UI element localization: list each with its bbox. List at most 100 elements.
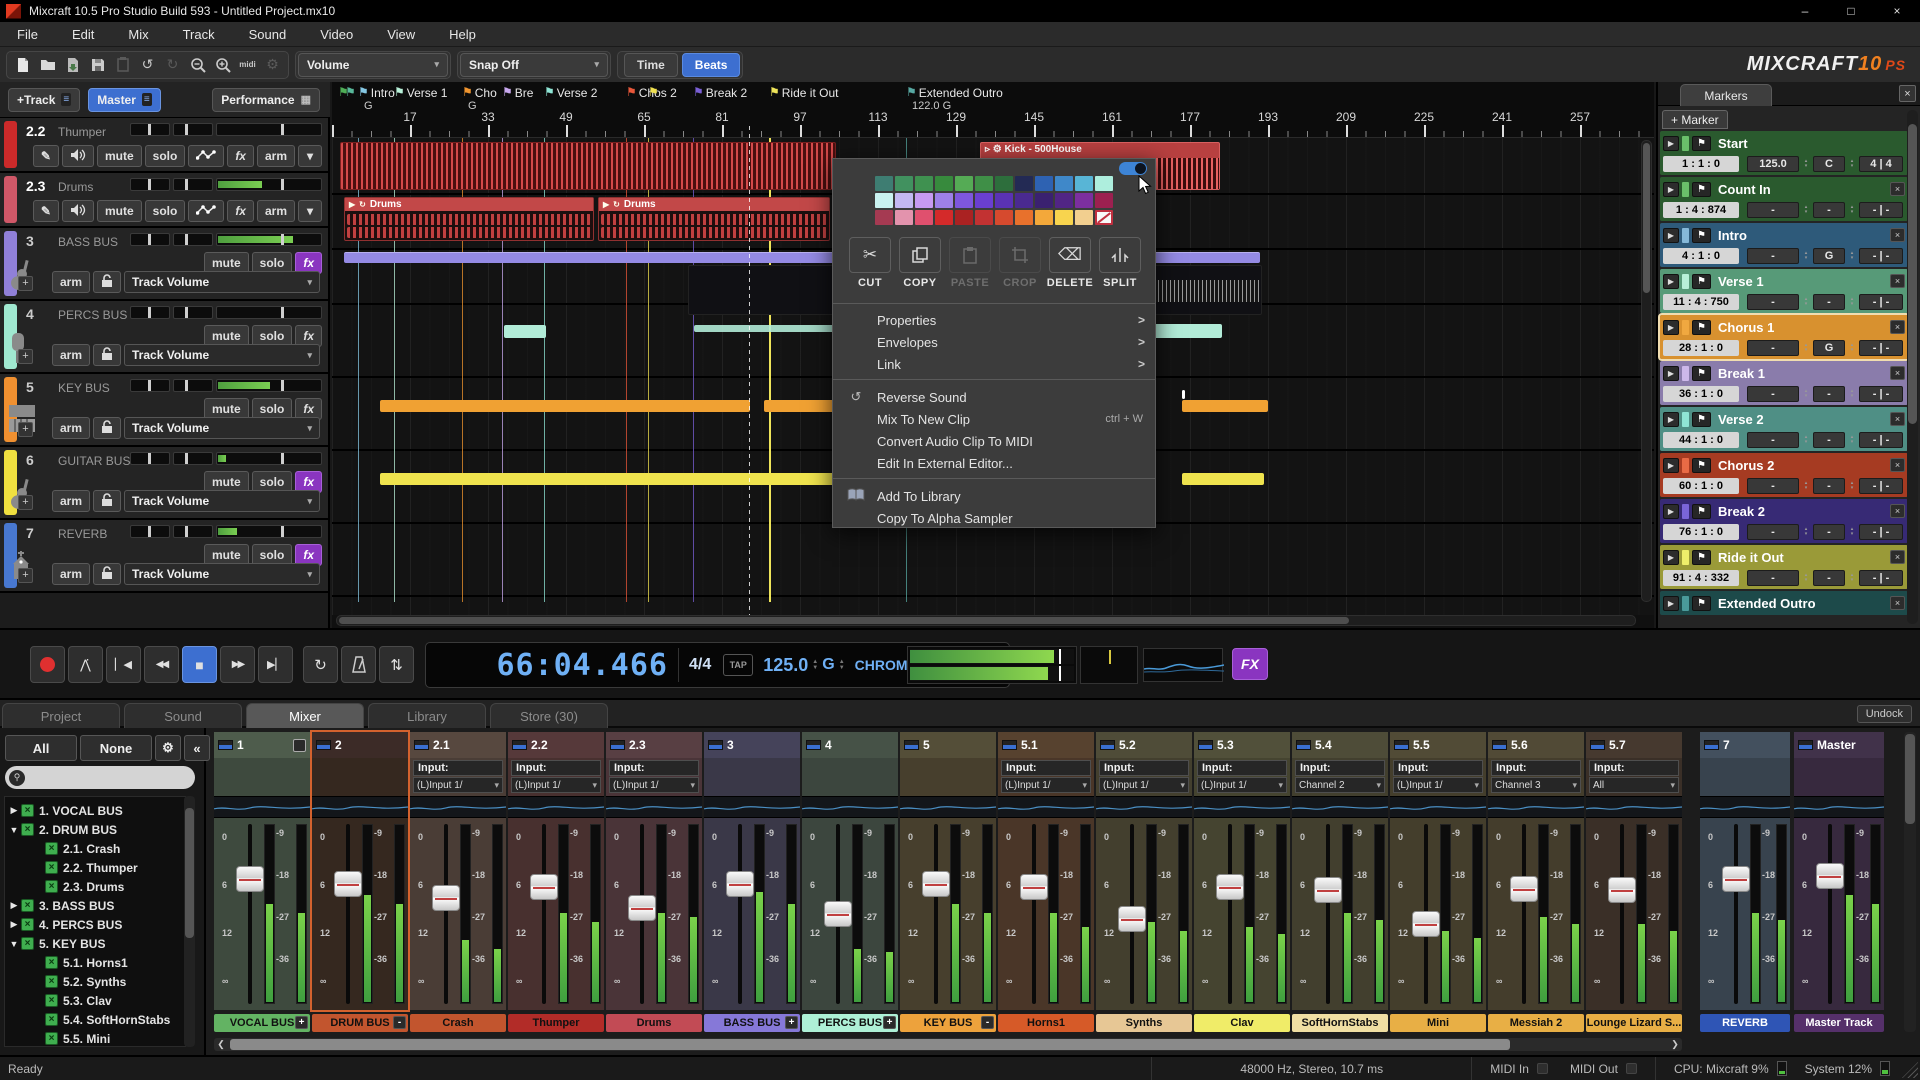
menu-item-properties[interactable]: Properties>	[833, 309, 1155, 331]
tree-item[interactable]: ×2.1. Crash	[5, 839, 185, 858]
input-select[interactable]: (L)Input 1/▾	[1393, 777, 1483, 793]
color-swatch[interactable]	[1035, 176, 1053, 191]
automation-param-select[interactable]: Track Volume▾	[124, 563, 320, 585]
marker-signature-field[interactable]: - | -	[1859, 248, 1903, 264]
marker-color-chip[interactable]	[1682, 320, 1689, 335]
fader-handle[interactable]	[236, 866, 264, 892]
eq-display[interactable]	[606, 796, 702, 818]
pan-slider[interactable]	[130, 379, 170, 392]
expand-icon[interactable]: ▶	[1663, 320, 1679, 335]
tab-store30[interactable]: Store (30)	[490, 703, 608, 728]
tempo-spinner[interactable]: ▲▼	[812, 659, 818, 671]
checkbox-icon[interactable]: ×	[45, 975, 58, 988]
menu-item-envelopes[interactable]: Envelopes>	[833, 331, 1155, 353]
solo-button[interactable]: solo	[145, 145, 186, 167]
automation-button[interactable]	[188, 145, 224, 167]
marker-key-field[interactable]: -	[1813, 478, 1845, 494]
add-track-button[interactable]: +Track≡	[8, 88, 80, 112]
marker-time-field[interactable]: 1 : 4 : 874	[1663, 202, 1739, 218]
delete-marker-icon[interactable]: ×	[1890, 458, 1905, 472]
marker-row[interactable]: ▶⚑Start1 : 1 : 0125.0▴▾C▴▾4 | 4	[1660, 131, 1908, 175]
color-swatch[interactable]	[1075, 193, 1093, 208]
channel-name-label[interactable]: Crash	[410, 1014, 506, 1032]
input-select[interactable]: (L)Input 1/▾	[413, 777, 503, 793]
eq-display[interactable]	[1096, 796, 1192, 818]
delete-marker-icon[interactable]: ×	[1890, 274, 1905, 288]
color-swatch[interactable]	[1055, 176, 1073, 191]
channel-strip-5.2[interactable]: 5.2Input:(L)Input 1/▾0612∞-9-18-27-36	[1096, 732, 1192, 1010]
key-spinner[interactable]: ▴▾	[1847, 570, 1857, 586]
tab-sound[interactable]: Sound	[124, 703, 242, 728]
volume-meter[interactable]	[216, 452, 322, 465]
checkbox-icon[interactable]: ×	[21, 804, 34, 817]
color-swatch[interactable]	[935, 176, 953, 191]
collapse-badge[interactable]: -	[981, 1016, 994, 1029]
keys-clip[interactable]	[380, 400, 750, 412]
rewind-button[interactable]: ◀◀	[144, 646, 179, 683]
pan-slider[interactable]	[130, 123, 170, 136]
keys-clip[interactable]	[1182, 400, 1268, 412]
marker-time-field[interactable]: 36 : 1 : 0	[1663, 386, 1739, 402]
marker-key-field[interactable]: -	[1813, 432, 1845, 448]
maximize-button[interactable]: □	[1828, 0, 1874, 22]
channel-strip-5[interactable]: 50612∞-9-18-27-36	[900, 732, 996, 1010]
channel-strip-4[interactable]: 40612∞-9-18-27-36	[802, 732, 898, 1010]
color-swatch[interactable]	[915, 193, 933, 208]
beats-mode-button[interactable]: Beats	[682, 53, 741, 77]
eq-display[interactable]	[312, 796, 408, 818]
color-swatch[interactable]	[915, 176, 933, 191]
pan-slider[interactable]	[130, 306, 170, 319]
copy-button[interactable]: COPY	[897, 237, 943, 289]
marker-color-chip[interactable]	[1682, 182, 1689, 197]
channel-header[interactable]: Master	[1794, 732, 1884, 758]
input-select[interactable]: (L)Input 1/▾	[1197, 777, 1287, 793]
tree-item[interactable]: ▶×1. VOCAL BUS	[5, 801, 185, 820]
mixer-gear-icon[interactable]: ⚙	[155, 735, 181, 761]
tempo-spinner[interactable]: ▴▾	[1801, 386, 1811, 402]
color-swatch[interactable]	[975, 210, 993, 225]
timeline-marker-flag[interactable]: ⚑Extended Outro122.0 G	[906, 86, 1003, 100]
color-swatch[interactable]	[935, 193, 953, 208]
arm-button[interactable]: arm	[52, 344, 90, 366]
solo-button[interactable]: solo	[145, 200, 186, 222]
pan-slider[interactable]	[130, 233, 170, 246]
key-spinner[interactable]: ▴▾	[1847, 386, 1857, 402]
marker-time-field[interactable]: 91 : 4 : 332	[1663, 570, 1739, 586]
input-select[interactable]: Channel 2▾	[1295, 777, 1385, 793]
key-spinner[interactable]: ▴▾	[1847, 478, 1857, 494]
marker-color-chip[interactable]	[1682, 366, 1689, 381]
lock-button[interactable]	[93, 490, 121, 512]
channel-name-label[interactable]: REVERB	[1700, 1014, 1790, 1032]
marker-signature-field[interactable]: - | -	[1859, 432, 1903, 448]
time-display[interactable]: 66:04.466	[426, 648, 668, 683]
channel-header[interactable]: 1	[214, 732, 310, 758]
marker-time-field[interactable]: 11 : 4 : 750	[1663, 294, 1739, 310]
channel-header[interactable]: 5.1	[998, 732, 1094, 758]
expand-icon[interactable]: ▶	[1663, 366, 1679, 381]
minimize-button[interactable]: –	[1782, 0, 1828, 22]
checkbox-icon[interactable]: ×	[45, 994, 58, 1007]
marker-row[interactable]: ▶⚑Chorus 2×60 : 1 : 0-▴▾-▴▾- | -	[1660, 453, 1908, 497]
eq-display[interactable]	[998, 796, 1094, 818]
fader-handle[interactable]	[1608, 877, 1636, 903]
automation-button[interactable]	[188, 200, 224, 222]
tempo-spinner[interactable]: ▴▾	[1801, 340, 1811, 356]
marker-time-field[interactable]: 4 : 1 : 0	[1663, 248, 1739, 264]
marker-tempo-field[interactable]: -	[1747, 478, 1799, 494]
arm-button[interactable]: arm	[52, 563, 90, 585]
marker-color-chip[interactable]	[1682, 550, 1689, 565]
channel-name-label[interactable]: Messiah 2	[1488, 1014, 1584, 1032]
input-select[interactable]: Channel 3▾	[1491, 777, 1581, 793]
eq-display[interactable]	[410, 796, 506, 818]
scrollbar-thumb[interactable]	[1643, 143, 1650, 293]
color-swatch[interactable]	[895, 193, 913, 208]
record-button[interactable]	[30, 646, 65, 683]
key-spinner[interactable]: ▴▾	[1847, 524, 1857, 540]
track-row[interactable]: 3BASS BUSmutesolofx+armTrack Volume▾	[0, 228, 328, 301]
expand-icon[interactable]: ▶	[1663, 504, 1679, 519]
pan-slider[interactable]	[130, 452, 170, 465]
menu-file[interactable]: File	[0, 22, 55, 46]
marker-row[interactable]: ▶⚑Intro×4 : 1 : 0-▴▾G▴▾- | -	[1660, 223, 1908, 267]
trim-slider[interactable]	[173, 123, 213, 136]
input-select[interactable]: (L)Input 1/▾	[609, 777, 699, 793]
